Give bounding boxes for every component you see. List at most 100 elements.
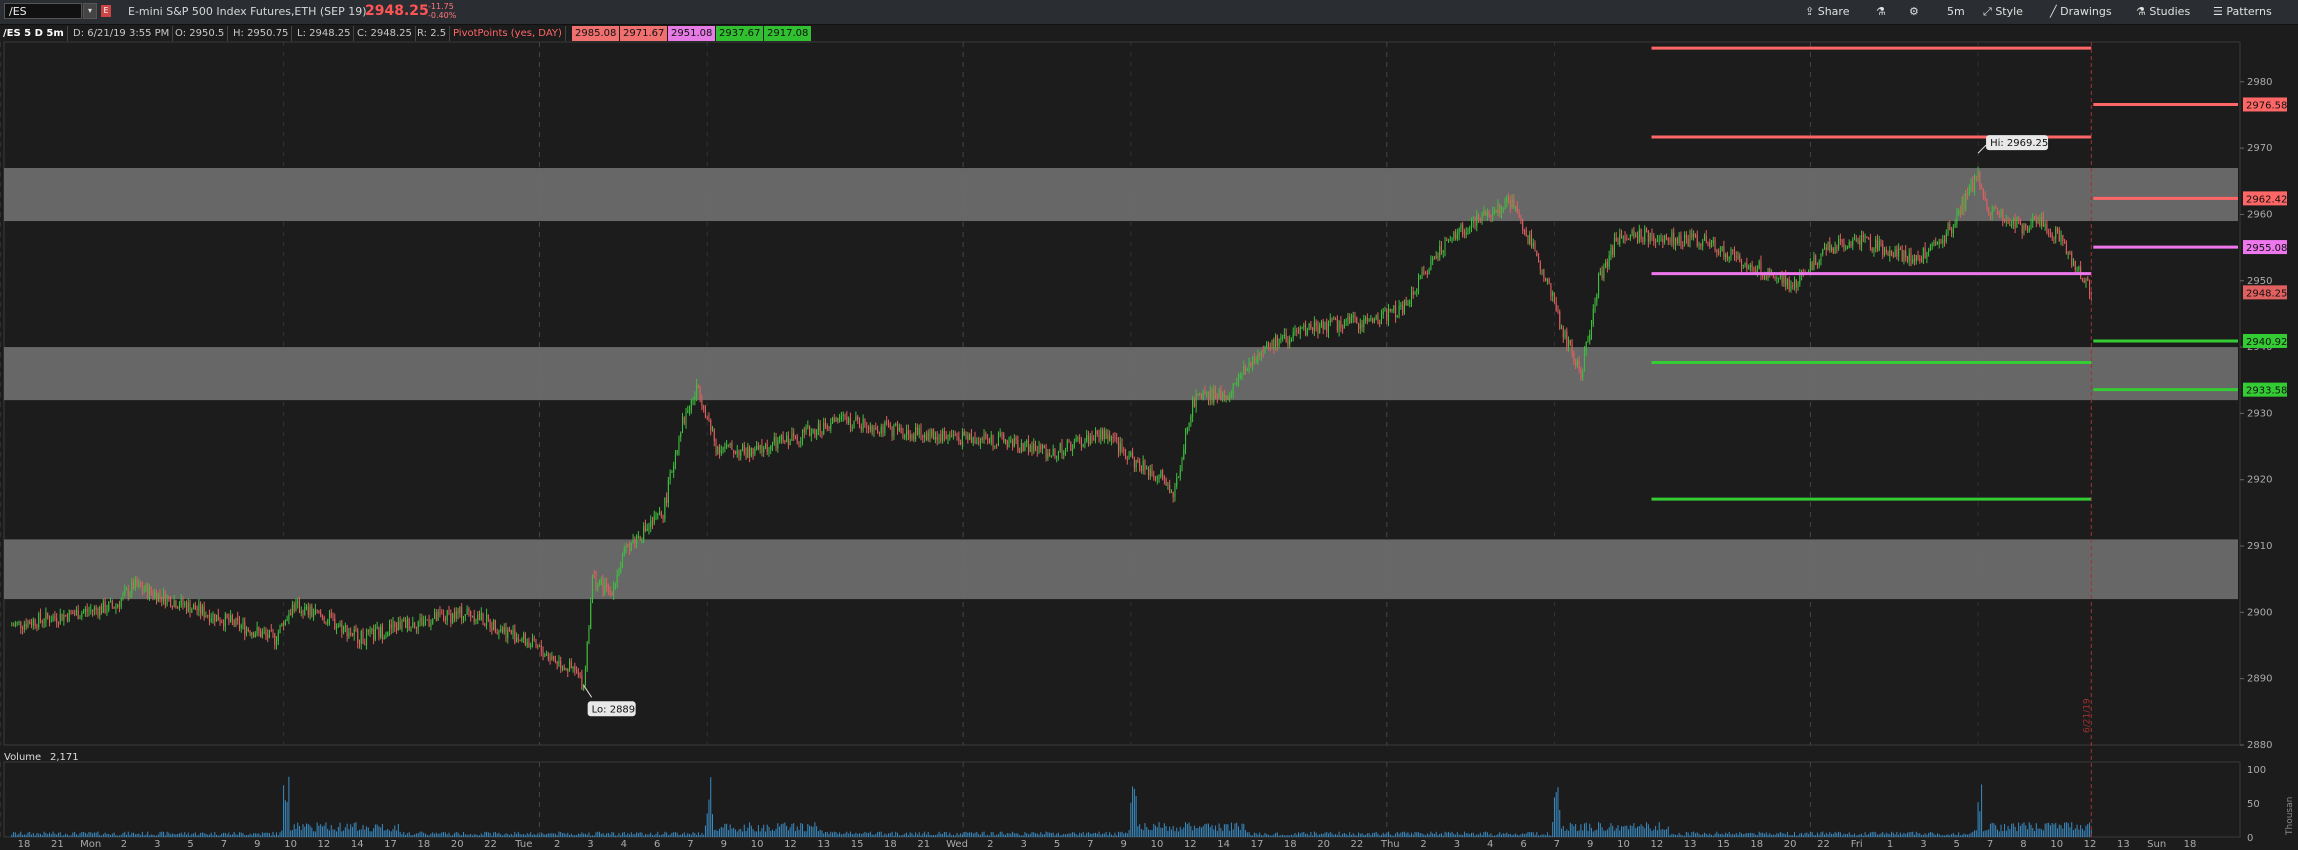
volume-bar	[2069, 827, 2071, 837]
volume-bar	[616, 835, 618, 837]
volume-bar	[2030, 824, 2032, 837]
candle-body	[1832, 247, 1834, 254]
volume-bar	[516, 833, 518, 837]
candle-body	[1075, 438, 1077, 442]
candle-body	[1696, 235, 1698, 247]
volume-bar	[938, 831, 940, 837]
volume-bar	[1513, 834, 1515, 837]
candle-body	[1241, 374, 1243, 376]
candle-body	[1580, 368, 1582, 379]
candle-body	[1598, 274, 1600, 296]
candle-body	[493, 619, 495, 630]
candle-body	[1455, 231, 1457, 239]
candle-body	[2087, 277, 2089, 280]
volume-bar	[1829, 831, 1831, 837]
candle-body	[915, 427, 917, 440]
volume-bar	[214, 832, 216, 837]
candle-body	[228, 617, 230, 622]
candle-body	[487, 614, 489, 620]
candle-body	[1931, 244, 1933, 247]
volume-bar	[1744, 833, 1746, 837]
candle-body	[2085, 277, 2087, 283]
low-label: Lo: 2889	[592, 704, 636, 715]
volume-bar	[855, 832, 857, 837]
candle-body	[1220, 389, 1222, 400]
candle-body	[258, 627, 260, 631]
volume-bar	[1857, 834, 1859, 837]
candle-body	[787, 435, 789, 446]
volume-bar	[1306, 833, 1308, 837]
volume-bar	[1685, 831, 1687, 837]
volume-bar	[1402, 831, 1404, 837]
candle-body	[486, 614, 488, 626]
candle-body	[965, 434, 967, 436]
candle-body	[655, 513, 657, 516]
volume-bar	[535, 835, 537, 837]
candle-body	[1635, 234, 1637, 237]
candle-body	[320, 611, 322, 616]
volume-bar	[519, 834, 521, 837]
candle-body	[897, 424, 899, 431]
volume-bar	[1476, 834, 1478, 837]
volume-bar	[2021, 823, 2023, 837]
candle-body	[1109, 434, 1111, 441]
volume-bar	[1816, 832, 1818, 837]
candle-body	[392, 622, 394, 629]
candle-body	[1905, 250, 1907, 258]
volume-bar	[839, 832, 841, 837]
candle-body	[27, 621, 29, 628]
volume-bar	[803, 831, 805, 837]
candle-body	[450, 614, 452, 623]
volume-bar	[1036, 833, 1038, 837]
candle-body	[2065, 242, 2067, 254]
candle-body	[657, 513, 659, 515]
volume-bar	[602, 833, 604, 837]
volume-bar	[1229, 830, 1231, 837]
candle-body	[733, 449, 735, 454]
price-chart[interactable]: 6/21/19288028902900291029202930294029502…	[0, 0, 2298, 850]
candle-body	[20, 621, 22, 629]
candle-body	[457, 611, 459, 614]
candle-body	[886, 421, 888, 423]
volume-bar	[943, 831, 945, 837]
candle-body	[193, 605, 195, 610]
volume-bar	[1059, 835, 1061, 837]
candle-body	[1612, 247, 1614, 255]
candle-body	[358, 642, 361, 645]
volume-bar	[1391, 835, 1393, 837]
candle-body	[1054, 448, 1056, 457]
volume-bar	[1142, 830, 1144, 837]
volume-bar	[904, 833, 906, 837]
volume-bar	[1786, 832, 1788, 837]
volume-bar	[567, 832, 569, 837]
volume-bar	[1024, 832, 1026, 837]
volume-bar	[1384, 834, 1386, 837]
candle-body	[1965, 193, 1967, 210]
candle-body	[1885, 249, 1887, 253]
volume-bar	[1730, 834, 1732, 837]
candle-body	[1508, 197, 1510, 201]
volume-bar	[1989, 823, 1991, 837]
candle-body	[1552, 292, 1554, 296]
candle-body	[1864, 236, 1866, 238]
volume-bar	[1749, 832, 1751, 837]
candle-body	[643, 525, 645, 540]
candle-body	[1792, 285, 1794, 287]
x-tick-label: 22	[1817, 839, 1830, 850]
candle-body	[2018, 218, 2020, 221]
candle-body	[2014, 219, 2016, 228]
candle-body	[161, 596, 163, 602]
candle-body	[1380, 314, 1382, 324]
candle-body	[1077, 437, 1079, 439]
candle-body	[16, 621, 18, 624]
study-label[interactable]: PivotPoints (yes, DAY)	[450, 26, 566, 41]
candle-body	[1876, 239, 1878, 251]
volume-bar	[351, 826, 353, 837]
volume-bar	[1938, 834, 1940, 837]
candle-body	[1103, 430, 1105, 439]
candle-body	[1776, 278, 1778, 279]
candle-body	[366, 630, 368, 646]
volume-bar	[1774, 834, 1776, 837]
candle-body	[1239, 374, 1241, 378]
candle-body	[286, 619, 288, 622]
